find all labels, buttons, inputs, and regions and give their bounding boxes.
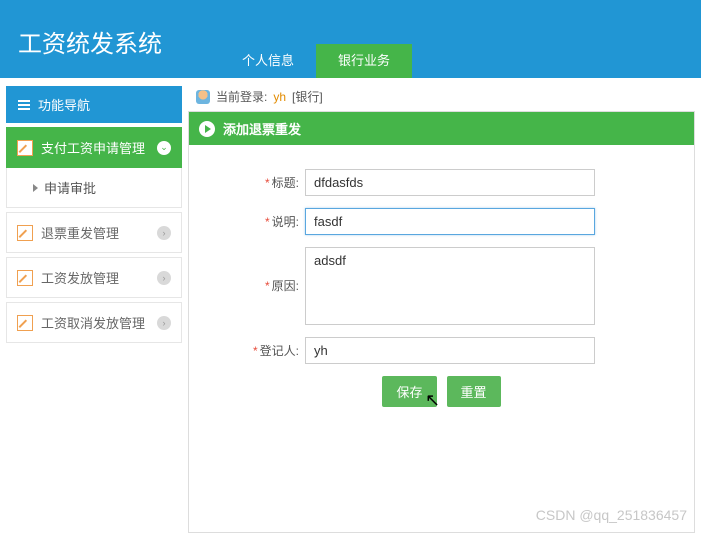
- desc-input[interactable]: [305, 208, 595, 235]
- nav-item-refund-resend[interactable]: 退票重发管理 ›: [6, 212, 182, 253]
- nav-header: 功能导航: [6, 86, 182, 123]
- chevron-right-icon: ›: [157, 271, 171, 285]
- play-icon: [199, 121, 215, 137]
- panel-title: 添加退票重发: [223, 119, 301, 138]
- reset-button[interactable]: 重置: [447, 376, 501, 407]
- login-status-bar: 当前登录: yh [银行]: [186, 82, 701, 111]
- form-row-desc: *说明:: [209, 208, 674, 235]
- nav-item-label: 退票重发管理: [41, 223, 119, 242]
- login-role: [银行]: [292, 88, 323, 105]
- sub-item-label: 申请审批: [44, 178, 96, 197]
- sub-item-approval[interactable]: 申请审批: [6, 168, 182, 208]
- nav-item-payroll-release[interactable]: 工资发放管理 ›: [6, 257, 182, 298]
- form-body: *标题: *说明: *原因: *登记人: 保存 重置: [189, 145, 694, 417]
- user-icon: [196, 90, 210, 104]
- document-icon: [17, 140, 33, 156]
- form-row-registrant: *登记人:: [209, 337, 674, 364]
- tab-personal-info[interactable]: 个人信息: [220, 44, 316, 78]
- login-prefix: 当前登录:: [216, 88, 267, 105]
- login-user: yh: [273, 90, 286, 104]
- document-icon: [17, 270, 33, 286]
- main-container: 功能导航 支付工资申请管理 ⌄ 申请审批 退票重发管理 › 工资发放管理 › 工…: [0, 78, 701, 533]
- form-panel: 添加退票重发 *标题: *说明: *原因: *登记人:: [188, 111, 695, 533]
- nav-item-payroll-apply[interactable]: 支付工资申请管理 ⌄: [6, 127, 182, 168]
- chevron-right-icon: ›: [157, 316, 171, 330]
- tab-bank-business[interactable]: 银行业务: [316, 44, 412, 78]
- registrant-input[interactable]: [305, 337, 595, 364]
- button-row: 保存 重置 ↖: [209, 376, 674, 407]
- registrant-label: *登记人:: [209, 337, 305, 359]
- reason-textarea[interactable]: [305, 247, 595, 325]
- save-button[interactable]: 保存: [382, 376, 436, 407]
- nav-item-label: 支付工资申请管理: [41, 138, 145, 157]
- nav-item-label: 工资取消发放管理: [41, 313, 145, 332]
- chevron-down-icon: ⌄: [157, 141, 171, 155]
- form-row-reason: *原因:: [209, 247, 674, 325]
- list-icon: [18, 100, 30, 110]
- desc-label: *说明:: [209, 208, 305, 230]
- reason-label: *原因:: [209, 247, 305, 294]
- nav-item-payroll-cancel[interactable]: 工资取消发放管理 ›: [6, 302, 182, 343]
- nav-header-label: 功能导航: [38, 95, 90, 114]
- title-input[interactable]: [305, 169, 595, 196]
- chevron-right-icon: ›: [157, 226, 171, 240]
- sidebar: 功能导航 支付工资申请管理 ⌄ 申请审批 退票重发管理 › 工资发放管理 › 工…: [0, 78, 186, 533]
- top-tabs: 个人信息 银行业务: [220, 44, 412, 78]
- content-area: 当前登录: yh [银行] 添加退票重发 *标题: *说明: *原因:: [186, 78, 701, 533]
- watermark: CSDN @qq_251836457: [536, 507, 687, 523]
- triangle-right-icon: [33, 184, 38, 192]
- app-header: 工资统发系统 个人信息 银行业务: [0, 0, 701, 78]
- document-icon: [17, 315, 33, 331]
- form-row-title: *标题:: [209, 169, 674, 196]
- title-label: *标题:: [209, 169, 305, 191]
- document-icon: [17, 225, 33, 241]
- app-title: 工资统发系统: [18, 24, 162, 59]
- panel-header: 添加退票重发: [189, 112, 694, 145]
- nav-item-label: 工资发放管理: [41, 268, 119, 287]
